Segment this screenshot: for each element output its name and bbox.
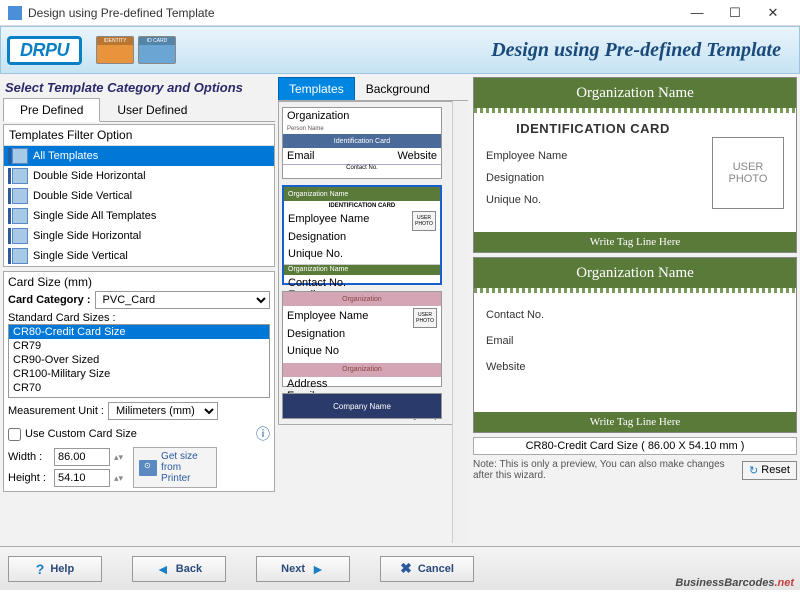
preview-tagline: Write Tag Line Here [474,232,796,252]
preview-org-name: Organization Name [474,78,796,108]
info-icon[interactable]: ⓘ [256,424,270,444]
bottom-bar: ? Help ◄ Back Next ► ✖ Cancel BusinessBarcod… [0,546,800,590]
std-size-item[interactable]: CR80-Credit Card Size [9,325,269,339]
filter-all-templates[interactable]: All Templates [4,146,274,166]
filter-double-horizontal[interactable]: Double Side Horizontal [4,166,274,186]
std-sizes-label: Standard Card Sizes : [8,312,270,324]
printer-button-label: Get size from Printer [161,451,211,484]
filter-label: Double Side Horizontal [33,170,146,182]
user-photo-placeholder: USERPHOTO [712,137,784,209]
filter-label: Single Side Vertical [33,250,128,262]
width-input[interactable] [54,448,110,466]
help-icon: ? [36,561,45,577]
std-size-item[interactable]: CR79 [9,339,269,353]
section-title: Select Template Category and Options [3,77,275,98]
filter-double-vertical[interactable]: Double Side Vertical [4,186,274,206]
preview-field: Website [486,361,784,373]
template-icon [8,208,28,224]
app-icon [8,6,22,20]
reset-button[interactable]: ↻Reset [742,461,797,480]
filter-single-vertical[interactable]: Single Side Vertical [4,246,274,266]
preview-field: Contact No. [486,309,784,321]
template-icon [8,188,28,204]
window-title: Design using Pre-defined Template [28,6,678,20]
cancel-icon: ✖ [400,560,412,577]
help-button[interactable]: ? Help [8,556,102,582]
std-sizes-list[interactable]: CR80-Credit Card Size CR79 CR90-Over Siz… [8,324,270,398]
std-size-item[interactable]: CR90-Over Sized [9,353,269,367]
back-button[interactable]: ◄ Back [132,556,226,582]
banner-card-icon: ID CARD [138,36,176,64]
tab-background[interactable]: Background [355,77,441,100]
preview-org-name: Organization Name [474,258,796,288]
filter-label: Single Side All Templates [33,210,156,222]
thumbnail-scrollbar[interactable] [452,101,468,543]
banner-card-icon: IDENTITY [96,36,134,64]
std-size-item[interactable]: CR100-Military Size [9,367,269,381]
preview-tagline: Write Tag Line Here [474,412,796,432]
reset-label: Reset [761,464,790,476]
button-label: Back [176,563,202,575]
card-category-select[interactable]: PVC_Card [95,291,270,309]
template-icon [8,228,28,244]
printer-icon [139,460,157,476]
banner-cards: IDENTITY ID CARD [96,36,176,64]
template-thumbnail-selected[interactable]: Organization Name IDENTIFICATION CARD Em… [282,185,442,285]
watermark: BusinessBarcodes.net [675,570,794,592]
drpu-logo: DRPU [7,36,82,65]
get-size-from-printer-button[interactable]: Get size from Printer [133,447,217,488]
template-icon [8,168,28,184]
tab-pre-defined[interactable]: Pre Defined [3,98,100,122]
custom-size-checkbox[interactable] [8,428,21,441]
next-button[interactable]: Next ► [256,556,350,582]
filter-label: Double Side Vertical [33,190,132,202]
width-label: Width : [8,451,50,463]
button-label: Cancel [418,563,454,575]
banner: DRPU IDENTITY ID CARD Design using Pre-d… [0,26,800,74]
cancel-button[interactable]: ✖ Cancel [380,556,474,582]
std-size-item[interactable]: CR70 [9,381,269,395]
template-thumbnail[interactable]: Company Name [282,393,442,419]
template-icon [8,248,28,264]
template-thumbnail[interactable]: Organization Employee NameDesignationUni… [282,291,442,387]
preview-field: Employee Name [486,150,700,162]
template-thumbnails: Organization Person Name Identification … [278,101,468,425]
tab-templates[interactable]: Templates [278,77,355,100]
measurement-select[interactable]: Milimeters (mm) [108,402,218,420]
height-input[interactable] [54,469,110,487]
refresh-icon: ↻ [749,464,758,477]
card-category-label: Card Category : [8,294,91,306]
filter-label: All Templates [33,150,98,162]
preview-card-front: Organization Name IDENTIFICATION CARD Em… [473,77,797,253]
arrow-right-icon: ► [311,561,325,577]
filter-single-all[interactable]: Single Side All Templates [4,206,274,226]
banner-title: Design using Pre-defined Template [491,39,781,62]
custom-size-label: Use Custom Card Size [25,428,137,440]
preview-field: Unique No. [486,194,700,206]
preview-note: Note: This is only a preview, You can al… [473,459,736,481]
titlebar: Design using Pre-defined Template — ☐ ✕ [0,0,800,26]
maximize-button[interactable]: ☐ [716,1,754,25]
measurement-label: Measurement Unit : [8,405,104,417]
height-label: Height : [8,472,50,484]
button-label: Help [50,563,74,575]
preview-field: Designation [486,172,700,184]
tab-user-defined[interactable]: User Defined [100,98,204,121]
preview-card-back: Organization Name Contact No. Email Webs… [473,257,797,433]
filter-title: Templates Filter Option [4,125,274,146]
filter-box: Templates Filter Option All Templates Do… [3,124,275,267]
card-size-display: CR80-Credit Card Size ( 86.00 X 54.10 mm… [473,437,797,455]
card-size-box: Card Size (mm) Card Category : PVC_Card … [3,271,275,492]
card-size-title: Card Size (mm) [8,275,270,289]
preview-field: Email [486,335,784,347]
preview-id-title: IDENTIFICATION CARD [486,121,700,136]
filter-label: Single Side Horizontal [33,230,141,242]
template-thumbnail[interactable]: Organization Person Name Identification … [282,107,442,179]
button-label: Next [281,563,305,575]
minimize-button[interactable]: — [678,1,716,25]
filter-single-horizontal[interactable]: Single Side Horizontal [4,226,274,246]
close-button[interactable]: ✕ [754,1,792,25]
template-icon [8,148,28,164]
arrow-left-icon: ◄ [156,561,170,577]
